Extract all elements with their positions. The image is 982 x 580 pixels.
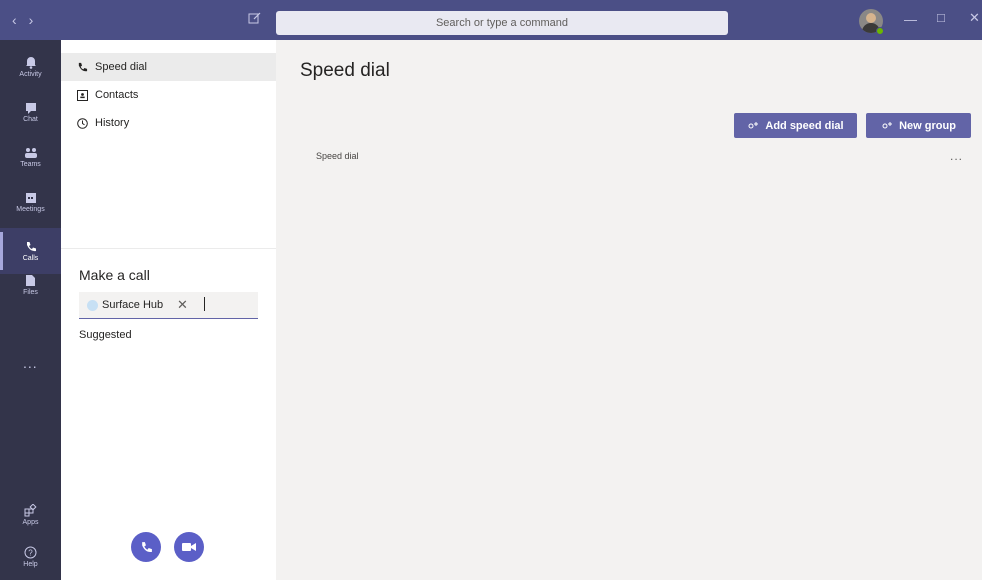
rail-label: Activity xyxy=(19,71,42,78)
audio-call-button[interactable] xyxy=(131,532,161,562)
nav-item-contacts[interactable]: Contacts xyxy=(61,81,276,109)
more-apps-icon[interactable]: ... xyxy=(23,355,38,371)
remove-recipient-icon[interactable]: ✕ xyxy=(177,297,188,313)
rail-label: Help xyxy=(23,561,38,568)
bell-icon xyxy=(25,57,36,69)
divider xyxy=(61,248,276,249)
search-input[interactable]: Search or type a command xyxy=(276,11,728,35)
recipient-chip-label: Surface Hub xyxy=(102,299,164,311)
calls-left-pane: Speed dial Contacts History Make a call … xyxy=(61,40,276,580)
chat-icon xyxy=(25,102,36,114)
clock-icon xyxy=(76,117,88,129)
rail-label: Teams xyxy=(20,160,41,168)
add-speed-dial-button[interactable]: Add speed dial xyxy=(734,113,857,138)
rail-label: Meetings xyxy=(16,205,45,213)
add-group-icon xyxy=(882,121,893,128)
page-title: Speed dial xyxy=(300,60,390,81)
nav-label: History xyxy=(95,117,130,129)
contacts-icon xyxy=(76,89,88,101)
maximize-icon[interactable]: □ xyxy=(937,10,945,25)
more-options-icon[interactable]: ... xyxy=(950,149,963,163)
forward-arrow-icon[interactable]: › xyxy=(29,12,34,28)
minimize-icon[interactable]: — xyxy=(904,12,917,27)
nav-item-history[interactable]: History xyxy=(61,109,276,137)
add-contact-icon xyxy=(748,121,759,128)
presence-available-icon xyxy=(876,27,884,35)
rail-item-chat[interactable]: Chat xyxy=(0,89,61,135)
make-call-heading: Make a call xyxy=(79,267,150,283)
video-camera-icon xyxy=(182,543,196,551)
rail-label: Files xyxy=(23,289,38,296)
history-nav: ‹ › xyxy=(12,12,33,28)
nav-label: Speed dial xyxy=(95,61,147,73)
add-speed-dial-label: Add speed dial xyxy=(765,119,844,132)
video-call-button[interactable] xyxy=(174,532,204,562)
back-arrow-icon[interactable]: ‹ xyxy=(12,12,17,28)
nav-item-speed-dial[interactable]: Speed dial xyxy=(61,53,276,81)
rail-label: Apps xyxy=(22,519,39,526)
rail-label: Chat xyxy=(23,115,38,123)
close-icon[interactable]: ✕ xyxy=(969,10,980,26)
compose-icon[interactable] xyxy=(248,11,262,30)
speed-dial-section-label: Speed dial xyxy=(316,151,359,161)
search-placeholder: Search or type a command xyxy=(435,17,569,29)
file-icon xyxy=(26,275,35,286)
new-group-label: New group xyxy=(899,119,956,132)
help-icon: ? xyxy=(24,546,37,559)
phone-icon xyxy=(141,541,152,552)
rail-item-help[interactable]: ? Help xyxy=(0,534,61,580)
rail-item-meetings[interactable]: Meetings xyxy=(0,179,61,225)
text-caret xyxy=(204,297,205,311)
phone-icon xyxy=(76,61,88,73)
contact-avatar-icon xyxy=(87,300,98,311)
rail-item-teams[interactable]: Teams xyxy=(0,134,61,180)
app-rail: Activity Chat Teams Meetings Calls Files… xyxy=(0,40,61,580)
phone-icon xyxy=(26,241,36,251)
rail-item-apps[interactable]: Apps xyxy=(0,492,61,538)
rail-label: Calls xyxy=(22,254,39,262)
calendar-icon xyxy=(25,192,36,203)
title-bar: ‹ › Search or type a command — □ ✕ xyxy=(0,0,982,40)
rail-item-files[interactable]: Files xyxy=(0,262,61,308)
teams-icon xyxy=(24,147,37,158)
call-recipient-input[interactable]: Surface Hub ✕ xyxy=(79,292,258,319)
nav-label: Contacts xyxy=(95,89,139,101)
apps-icon xyxy=(24,504,37,517)
new-group-button[interactable]: New group xyxy=(866,113,971,138)
svg-text:?: ? xyxy=(28,549,33,558)
suggested-label: Suggested xyxy=(79,329,132,341)
rail-item-activity[interactable]: Activity xyxy=(0,44,61,90)
